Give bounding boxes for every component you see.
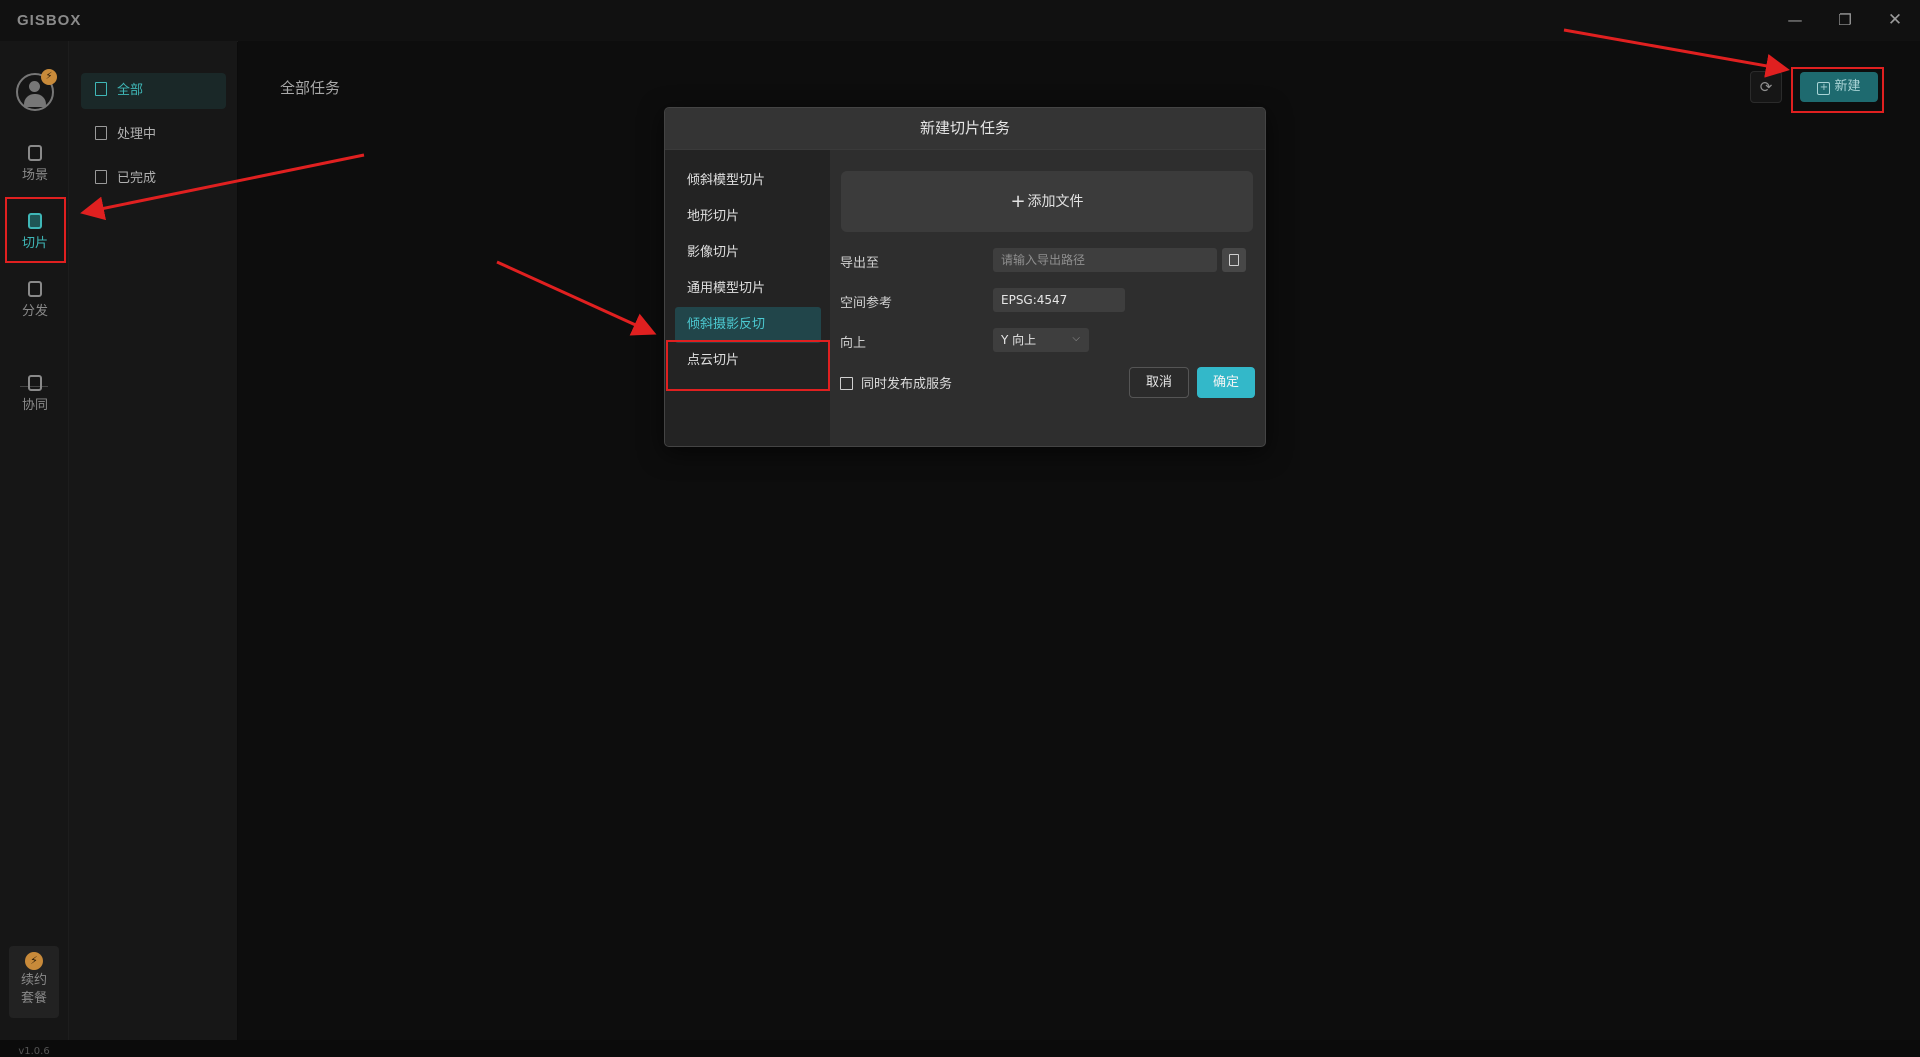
rail-item-label: 切片 bbox=[21, 236, 48, 251]
slice-type-item-selected[interactable]: 倾斜摄影反切 bbox=[675, 307, 821, 343]
new-task-label: 新建 bbox=[1834, 79, 1861, 94]
plus-square-icon: + bbox=[1817, 82, 1831, 95]
avatar-body-shape bbox=[24, 94, 46, 107]
publish-label: 同时发布成服务 bbox=[861, 377, 953, 392]
lightning-icon: ⚡ bbox=[25, 952, 43, 970]
page-title: 全部任务 bbox=[280, 79, 341, 97]
up-axis-value: Y 向上 bbox=[1001, 333, 1037, 347]
add-file-button[interactable]: + 添加文件 bbox=[841, 171, 1253, 232]
srs-input[interactable]: EPSG:4547 bbox=[993, 288, 1125, 312]
filter-label: 全部 bbox=[117, 83, 144, 98]
up-axis-select[interactable]: Y 向上 ⌵ bbox=[993, 328, 1089, 352]
rail-item-collab[interactable]: 协同 bbox=[7, 361, 63, 423]
srs-label: 空间参考 bbox=[840, 296, 893, 311]
slice-type-item[interactable]: 点云切片 bbox=[675, 343, 821, 379]
slice-type-item[interactable]: 倾斜模型切片 bbox=[675, 163, 821, 199]
renew-line1: 续约 bbox=[20, 973, 47, 988]
slice-doc-icon bbox=[28, 213, 42, 229]
export-path-input[interactable] bbox=[993, 248, 1217, 272]
minimize-button[interactable]: — bbox=[1780, 8, 1810, 32]
add-file-label: 添加文件 bbox=[1027, 194, 1084, 210]
home-icon bbox=[28, 145, 42, 161]
share-icon bbox=[28, 281, 42, 297]
slice-type-item[interactable]: 通用模型切片 bbox=[675, 271, 821, 307]
filter-all[interactable]: 全部 bbox=[81, 73, 226, 109]
browse-folder-button[interactable] bbox=[1222, 248, 1246, 272]
filter-completed[interactable]: 已完成 bbox=[81, 161, 226, 197]
filter-label: 已完成 bbox=[117, 171, 157, 186]
renew-plan-button[interactable]: ⚡ 续约 套餐 bbox=[9, 946, 59, 1018]
dialog-title: 新建切片任务 bbox=[665, 108, 1265, 150]
new-task-button[interactable]: + 新建 bbox=[1800, 72, 1878, 102]
slice-type-item[interactable]: 地形切片 bbox=[675, 199, 821, 235]
lock-icon bbox=[28, 375, 42, 391]
doc-check-icon bbox=[95, 170, 107, 184]
lightning-badge-icon: ⚡ bbox=[41, 69, 57, 85]
export-label: 导出至 bbox=[840, 256, 880, 271]
filter-processing[interactable]: 处理中 bbox=[81, 117, 226, 153]
rail-item-label: 协同 bbox=[21, 398, 48, 413]
nav-rail: ⚡ 场景 切片 分发 协同 ⚡ 续约 套餐 v1.0.6 bbox=[0, 41, 69, 1057]
slice-options-form: +添加文件 导出至 空间参考 EPSG:4547 向上 Y 向上 ⌵ 同时发布成… bbox=[830, 150, 1265, 446]
publish-checkbox[interactable] bbox=[840, 377, 853, 390]
chevron-down-icon: ⌵ bbox=[1072, 333, 1080, 344]
renew-line2: 套餐 bbox=[20, 991, 47, 1006]
publish-service-option[interactable]: 同时发布成服务 bbox=[840, 373, 952, 392]
up-axis-label: 向上 bbox=[840, 336, 867, 351]
doc-icon bbox=[95, 82, 107, 96]
new-slice-task-dialog: 新建切片任务 倾斜模型切片 地形切片 影像切片 通用模型切片 倾斜摄影反切 点云… bbox=[664, 107, 1266, 447]
refresh-button[interactable]: ⟳ bbox=[1750, 71, 1782, 103]
avatar-head-shape bbox=[29, 81, 40, 92]
folder-icon bbox=[1229, 254, 1239, 266]
doc-icon bbox=[95, 126, 107, 140]
rail-item-slice[interactable]: 切片 bbox=[7, 199, 63, 261]
version-label: v1.0.6 bbox=[18, 1046, 50, 1057]
filter-label: 处理中 bbox=[117, 127, 157, 142]
refresh-icon: ⟳ bbox=[1759, 78, 1773, 96]
cancel-button[interactable]: 取消 bbox=[1129, 367, 1189, 398]
rail-item-scene[interactable]: 场景 bbox=[7, 131, 63, 193]
title-bar: GISBOX — ❐ ✕ bbox=[0, 0, 1920, 42]
confirm-button[interactable]: 确定 bbox=[1197, 367, 1255, 398]
close-button[interactable]: ✕ bbox=[1880, 8, 1910, 32]
plus-icon: + bbox=[1010, 191, 1026, 212]
app-logo: GISBOX bbox=[17, 12, 82, 29]
rail-item-distribute[interactable]: 分发 bbox=[7, 267, 63, 329]
slice-type-list: 倾斜模型切片 地形切片 影像切片 通用模型切片 倾斜摄影反切 点云切片 bbox=[665, 150, 830, 446]
rail-item-label: 场景 bbox=[21, 168, 48, 183]
maximize-button[interactable]: ❐ bbox=[1830, 8, 1860, 32]
slice-type-item[interactable]: 影像切片 bbox=[675, 235, 821, 271]
task-filter-sidebar: 全部 处理中 已完成 bbox=[69, 41, 237, 1040]
rail-item-label: 分发 bbox=[21, 304, 48, 319]
